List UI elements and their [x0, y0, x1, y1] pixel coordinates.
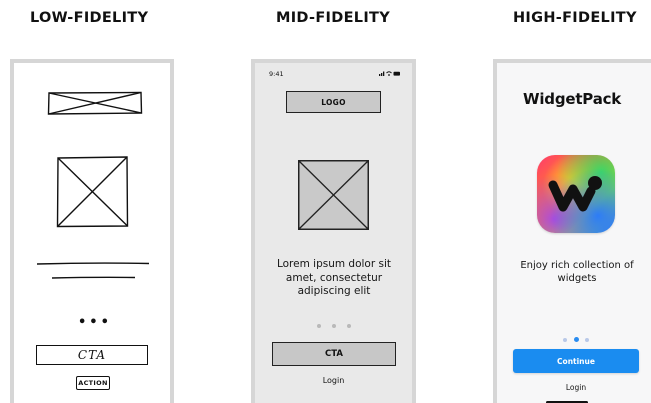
fidelity-comparison: LOW-FIDELITY MID-FIDELITY HIGH-FIDELITY …: [0, 0, 651, 403]
login-link[interactable]: Login: [255, 376, 412, 385]
sketch-text-line-2: [51, 276, 136, 279]
image-placeholder-icon: [298, 160, 369, 230]
sketch-image-placeholder-icon: [56, 156, 129, 228]
body-text: Lorem ipsum dolor sit amet, consectetur …: [276, 258, 392, 297]
low-fidelity-wireframe: ••• CTA ACTION: [10, 59, 174, 403]
sketch-cta-button[interactable]: CTA: [36, 345, 148, 365]
pagination-dots[interactable]: [563, 337, 589, 342]
status-bar-time: 9:41: [269, 70, 284, 78]
signal-wifi-battery-icon: [379, 71, 400, 76]
pagination-dot[interactable]: [332, 324, 336, 328]
sketch-text-line-1: [36, 262, 150, 265]
logo-placeholder: LOGO: [286, 91, 381, 113]
pagination-dot[interactable]: [585, 337, 589, 342]
sketch-banner-icon: [47, 91, 143, 115]
pagination-dot[interactable]: [563, 337, 567, 342]
sketch-action-button[interactable]: ACTION: [76, 376, 110, 390]
login-link[interactable]: Login: [497, 383, 651, 392]
high-fidelity-mockup: WidgetPack Enjoy rich collection of widg…: [493, 59, 651, 403]
mid-fidelity-wireframe: 9:41 LOGO Lorem ipsum dolor sit amet, co…: [251, 59, 416, 403]
app-title: WidgetPack: [523, 90, 622, 108]
tagline: Enjoy rich collection of widgets: [520, 260, 634, 284]
pagination-dot[interactable]: [317, 324, 321, 328]
low-fidelity-heading: LOW-FIDELITY: [30, 10, 149, 26]
sketch-pagination-dots: •••: [78, 315, 112, 330]
mid-fidelity-heading: MID-FIDELITY: [276, 10, 391, 26]
continue-button[interactable]: Continue: [513, 349, 639, 373]
high-fidelity-heading: HIGH-FIDELITY: [513, 10, 637, 26]
pagination-dot-active[interactable]: [573, 337, 579, 342]
widgetpack-w-logo-icon: [537, 155, 615, 233]
pagination-dot[interactable]: [347, 324, 351, 328]
pagination-dots[interactable]: [317, 324, 351, 328]
cta-button[interactable]: CTA: [272, 342, 396, 366]
